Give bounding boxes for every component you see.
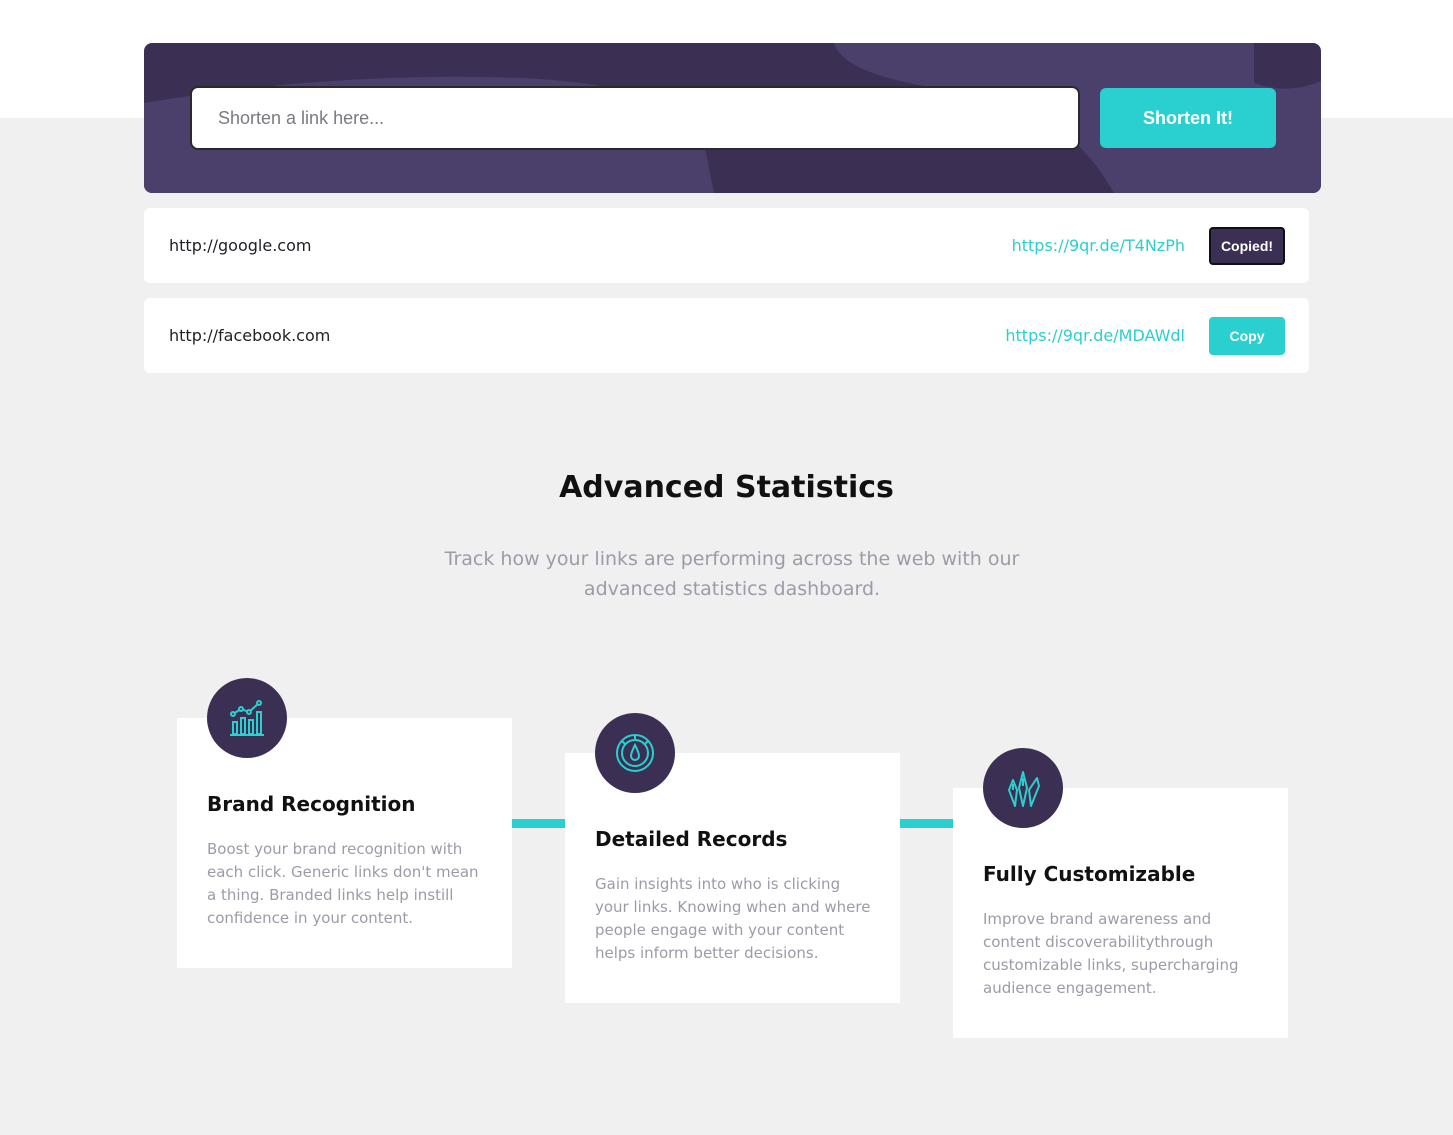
card-title: Brand Recognition [207, 792, 416, 816]
feature-card: Detailed Records Gain insights into who … [565, 713, 900, 1003]
feature-card: Fully Customizable Improve brand awarene… [953, 748, 1288, 1038]
card-text: Boost your brand recognition with each c… [207, 840, 479, 927]
card-title: Fully Customizable [983, 862, 1196, 886]
short-link[interactable]: https://9qr.de/MDAWdl [1005, 326, 1185, 345]
copy-button[interactable]: Copied! [1209, 226, 1285, 265]
shorten-form: Shorten It! [144, 43, 1321, 193]
fully-customizable-icon [983, 748, 1063, 828]
short-link[interactable]: https://9qr.de/T4NzPh [1012, 236, 1185, 255]
card-text: Gain insights into who is clicking your … [595, 875, 871, 962]
card-text: Improve brand awareness and content disc… [983, 910, 1239, 997]
section-subtitle: Track how your links are performing acro… [444, 548, 1020, 600]
result-row: http://google.com https://9qr.de/T4NzPh … [144, 208, 1309, 283]
brand-recognition-icon [207, 678, 287, 758]
shorten-button[interactable]: Shorten It! [1100, 88, 1276, 148]
copy-button[interactable]: Copy [1209, 316, 1285, 355]
detailed-records-icon [595, 713, 675, 793]
feature-card: Brand Recognition Boost your brand recog… [177, 678, 512, 968]
original-url: http://facebook.com [169, 326, 331, 345]
result-row: http://facebook.com https://9qr.de/MDAWd… [144, 298, 1309, 373]
section-title: Advanced Statistics [559, 470, 894, 505]
original-url: http://google.com [169, 236, 312, 255]
card-title: Detailed Records [595, 827, 788, 851]
link-input[interactable] [190, 86, 1080, 150]
